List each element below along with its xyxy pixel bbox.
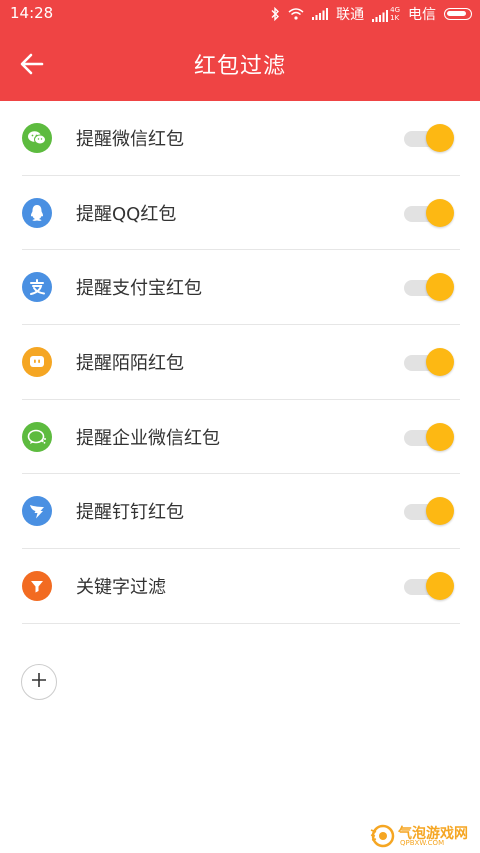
signal-4g-icon: 4G 1K <box>372 6 400 22</box>
dingtalk-icon <box>22 496 52 527</box>
status-time: 14:28 <box>10 4 54 22</box>
bluetooth-icon <box>270 7 280 21</box>
filter-row-dingtalk: 提醒钉钉红包 <box>22 474 460 550</box>
alipay-toggle[interactable] <box>404 273 454 302</box>
filter-label: 提醒QQ红包 <box>76 203 177 225</box>
toggle-knob <box>426 497 454 526</box>
filter-row-momo: 提醒陌陌红包 <box>22 325 460 400</box>
wechat-toggle[interactable] <box>404 123 454 152</box>
status-indicators: 联通 4G 1K 电信 <box>270 4 472 24</box>
filter-label: 关键字过滤 <box>76 576 166 598</box>
toggle-knob <box>426 422 454 451</box>
network-speed-label: 1K <box>390 14 400 22</box>
momo-icon <box>22 346 52 377</box>
qq-penguin-icon <box>22 197 52 228</box>
filter-row-alipay: 提醒支付宝红包 <box>22 250 460 326</box>
title-bar: 红包过滤 <box>0 28 480 101</box>
filter-row-keyword: 关键字过滤 <box>22 549 460 624</box>
alipay-icon <box>22 272 52 303</box>
filter-label: 提醒钉钉红包 <box>76 502 184 524</box>
work-wechat-toggle[interactable] <box>404 422 454 451</box>
battery-icon <box>444 8 472 20</box>
wifi-icon <box>288 8 304 20</box>
toggle-knob <box>426 198 454 227</box>
toggle-knob <box>426 571 454 600</box>
watermark: 气泡游戏网 QPBXW.COM <box>370 823 474 849</box>
toggle-knob <box>426 273 454 302</box>
watermark-subtext: QPBXW.COM <box>400 839 445 847</box>
filter-row-wechat: 提醒微信红包 <box>22 101 460 176</box>
filter-row-qq: 提醒QQ红包 <box>22 176 460 251</box>
toggle-knob <box>426 347 454 376</box>
add-filter-button[interactable] <box>21 664 57 700</box>
app-header: 14:28 联通 4G 1K 电信 红包过滤 <box>0 0 480 101</box>
filter-row-work-wechat: 提醒企业微信红包 <box>22 400 460 475</box>
filter-label: 提醒企业微信红包 <box>76 427 220 449</box>
signal-icon <box>312 8 329 20</box>
filter-label: 提醒支付宝红包 <box>76 278 202 300</box>
filter-label: 提醒陌陌红包 <box>76 352 184 374</box>
funnel-filter-icon <box>22 570 52 601</box>
filter-list: 提醒微信红包 提醒QQ红包 提醒支付宝红包 提醒陌陌红包 提醒企业微信红包 提醒… <box>22 101 460 624</box>
qq-toggle[interactable] <box>404 198 454 227</box>
dingtalk-toggle[interactable] <box>404 497 454 526</box>
wechat-icon <box>22 122 52 153</box>
work-wechat-icon <box>22 421 52 452</box>
carrier-1: 联通 <box>336 7 365 23</box>
page-title: 红包过滤 <box>193 54 286 79</box>
toggle-knob <box>426 123 454 152</box>
carrier-2: 电信 <box>408 7 436 23</box>
status-bar: 14:28 联通 4G 1K 电信 <box>0 0 480 28</box>
plus-icon <box>30 671 48 693</box>
network-4g-label: 4G <box>390 6 400 14</box>
watermark-logo-icon <box>370 824 395 848</box>
filter-label: 提醒微信红包 <box>76 128 184 150</box>
momo-toggle[interactable] <box>404 347 454 376</box>
keyword-filter-toggle[interactable] <box>404 571 454 600</box>
